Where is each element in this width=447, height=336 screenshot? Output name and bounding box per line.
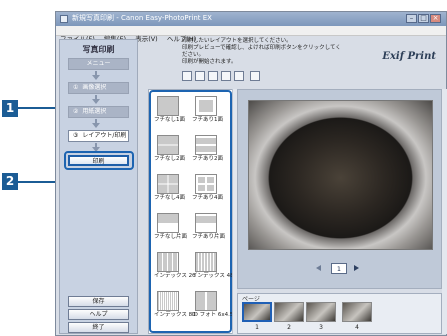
callout-2: 2: [2, 173, 18, 190]
page-thumbnail-number: 3: [319, 324, 323, 331]
layout-label: フチなし2面: [154, 156, 185, 162]
layout-option[interactable]: フチあり4面: [192, 174, 223, 205]
page-thumbnail[interactable]: [306, 302, 336, 322]
callout-1: 1: [2, 100, 18, 117]
layout-option[interactable]: フチなし2面: [154, 135, 185, 166]
window-title: 新規写真印刷 - Canon Easy-PhotoPrint EX: [72, 14, 212, 22]
layout-label: インデックス 20: [154, 273, 196, 279]
page-thumbnail-number: 2: [287, 324, 291, 331]
maximize-icon[interactable]: □: [418, 14, 429, 23]
layout-thumbnail: [157, 252, 179, 272]
copy-icon[interactable]: [195, 71, 205, 81]
next-page-icon[interactable]: [354, 265, 359, 271]
page-thumbnail[interactable]: [242, 302, 272, 322]
layout-label: ID フォト 6x4.5cm: [192, 312, 242, 318]
current-page-number: 1: [331, 263, 347, 274]
app-window: 新規写真印刷 - Canon Easy-PhotoPrint EX – □ × …: [55, 11, 447, 336]
exit-button[interactable]: 終了: [68, 322, 129, 333]
page-thumbnail[interactable]: [274, 302, 304, 322]
step-layout-print[interactable]: ③ レイアウト/印刷: [68, 130, 129, 142]
instruction-line-2: 印刷プレビューで確認し、よければ印刷ボタンをクリックしてください。: [182, 45, 341, 58]
layout-label: インデックス 80: [154, 312, 196, 318]
layout-thumbnail: [195, 291, 217, 311]
step-label: レイアウト/印刷: [82, 132, 127, 139]
layout-label: インデックス 48: [192, 273, 234, 279]
menu-bar: ファイル(F) 編集(E) 表示(V) ヘルプ(H): [56, 26, 446, 43]
flow-arrow-icon: [92, 75, 100, 80]
layout-label: フチなし1面: [154, 117, 185, 123]
preview-photo: [248, 100, 433, 250]
print-preview-area: 1: [237, 89, 442, 289]
layout-thumbnail: [195, 213, 217, 233]
layout-thumbnail: [157, 96, 179, 116]
close-icon[interactable]: ×: [430, 14, 441, 23]
page-thumbnail-number: 1: [255, 324, 259, 331]
step-number: ①: [73, 84, 79, 91]
preview-scrollbar[interactable]: [442, 89, 447, 334]
page-thumbnail[interactable]: [342, 302, 372, 322]
layout-label: フチあり4面: [192, 195, 223, 201]
layout-thumbnail: [195, 252, 217, 272]
layout-option[interactable]: フチあり2面: [192, 135, 223, 166]
layout-option[interactable]: インデックス 80: [154, 291, 196, 322]
exif-print-logo: Exif Print: [382, 51, 436, 62]
layout-thumbnail: [195, 96, 217, 116]
layout-label: フチあり2面: [192, 156, 223, 162]
previous-page-icon[interactable]: [316, 265, 321, 271]
rotate-icon[interactable]: [182, 71, 192, 81]
page-thumbnail-number: 4: [355, 324, 359, 331]
menu-button-label: メニュー: [86, 60, 111, 67]
frame-icon[interactable]: [221, 71, 231, 81]
layout-thumbnail: [195, 135, 217, 155]
layout-list: フチなし1面 フチあり1面 フチなし2面 フチあり2面 フチなし4面 フチあり4…: [148, 89, 242, 334]
layout-label: フチあり片面: [192, 234, 226, 240]
instruction-line-1: 印刷したいレイアウトを選択してください。: [182, 38, 292, 44]
layout-option[interactable]: インデックス 20: [154, 252, 196, 283]
layout-thumbnail: [157, 174, 179, 194]
layout-label: フチなし4面: [154, 195, 185, 201]
layout-thumbnail: [157, 135, 179, 155]
layout-label: フチなし片面: [154, 234, 188, 240]
layout-thumbnail: [157, 213, 179, 233]
minimize-icon[interactable]: –: [406, 14, 417, 23]
layout-option[interactable]: フチなし1面: [154, 96, 185, 127]
layout-option[interactable]: インデックス 48: [192, 252, 234, 283]
panel-title: 写真印刷: [82, 45, 115, 54]
menu-button[interactable]: メニュー: [68, 58, 129, 70]
layout-thumbnail: [195, 174, 217, 194]
layout-thumbnail: [157, 291, 179, 311]
step-paper-select[interactable]: ② 用紙選択: [68, 106, 129, 118]
menu-view[interactable]: 表示(V): [135, 35, 158, 43]
step-number: ②: [73, 108, 79, 115]
preview-toolbar: [182, 70, 282, 84]
crop-icon[interactable]: [208, 71, 218, 81]
layout-option[interactable]: フチなし4面: [154, 174, 185, 205]
page-navigator: 1: [238, 262, 443, 276]
step-label: 用紙選択: [82, 108, 107, 115]
left-navigation-panel: 写真印刷 メニュー ① 画像選択 ② 用紙選択 ③ レイアウト/印刷 印刷 保存 ヘル…: [59, 39, 138, 334]
layout-label: フチあり1面: [192, 117, 223, 123]
print-button[interactable]: 印刷: [68, 155, 129, 166]
flow-arrow-icon: [92, 123, 100, 128]
save-button[interactable]: 保存: [68, 296, 129, 307]
step-label: 画像選択: [82, 84, 107, 91]
layout-option[interactable]: フチなし片面: [154, 213, 188, 244]
title-bar: 新規写真印刷 - Canon Easy-PhotoPrint EX – □ ×: [56, 12, 446, 26]
layout-option[interactable]: ID フォト 6x4.5cm: [192, 291, 242, 322]
instruction-line-3: 印刷が開始されます。: [182, 59, 237, 65]
instruction-text: 印刷したいレイアウトを選択してください。 印刷プレビューで確認し、よければ印刷ボ…: [182, 38, 342, 68]
app-icon: [60, 15, 68, 23]
correct-icon[interactable]: [234, 71, 244, 81]
settings-icon[interactable]: [250, 71, 260, 81]
help-button[interactable]: ヘルプ: [68, 309, 129, 320]
step-image-select[interactable]: ① 画像選択: [68, 82, 129, 94]
flow-arrow-icon: [92, 99, 100, 104]
layout-option[interactable]: フチあり1面: [192, 96, 223, 127]
step-number: ③: [73, 132, 79, 139]
layout-option[interactable]: フチあり片面: [192, 213, 226, 244]
page-thumbnail-strip: ページ 1 2 3 4: [237, 293, 442, 334]
